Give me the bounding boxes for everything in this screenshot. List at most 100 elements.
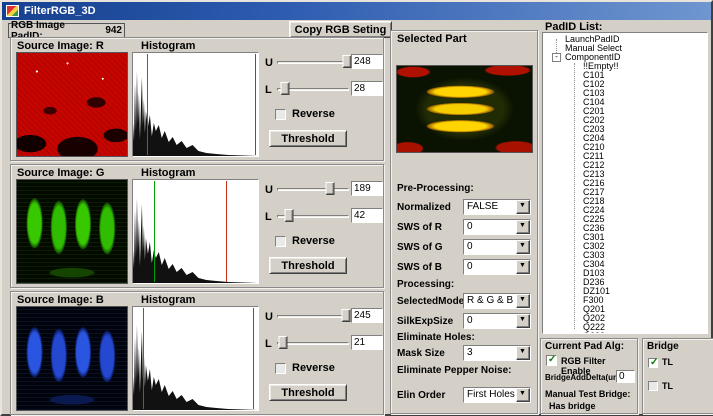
slider-track — [277, 188, 349, 191]
sws-of-b-combo[interactable]: 0 — [463, 259, 531, 275]
upper-threshold-line — [226, 181, 227, 282]
tree-item-c236[interactable]: C236 — [543, 224, 707, 233]
tree-item-d236[interactable]: D236 — [543, 278, 707, 287]
chevron-down-icon[interactable] — [516, 260, 530, 274]
threshold-button[interactable]: Threshold — [269, 257, 347, 274]
tree-item-c302[interactable]: C302 — [543, 242, 707, 251]
tree-item-c224[interactable]: C224 — [543, 206, 707, 215]
l-slider[interactable] — [277, 336, 349, 350]
selected-mode-label: SelectedMode — [397, 296, 464, 307]
normalized-combo[interactable]: FALSE — [463, 199, 531, 215]
u-slider[interactable] — [277, 309, 349, 323]
combo-value: 3 — [467, 347, 515, 358]
bridge-items: TL TL — [643, 353, 713, 404]
source-image-b-thumbnail — [16, 306, 128, 411]
manual-test-bridge-label: Manual Test Bridge: — [545, 389, 630, 399]
chevron-down-icon[interactable] — [516, 388, 530, 402]
combo-value: 0 — [467, 261, 515, 272]
slider-track — [277, 61, 349, 64]
selected-mode-combo[interactable]: R & G & B — [463, 293, 531, 309]
threshold-button[interactable]: Threshold — [269, 130, 347, 147]
tree-item-c203[interactable]: C203 — [543, 125, 707, 134]
tree-item-c202[interactable]: C202 — [543, 116, 707, 125]
slider-thumb[interactable] — [326, 182, 335, 195]
lower-threshold-line — [154, 181, 155, 282]
tree-item-c210[interactable]: C210 — [543, 143, 707, 152]
u-slider[interactable] — [277, 55, 349, 69]
u-value-input[interactable] — [351, 181, 383, 196]
tree-item-q222[interactable]: Q222 — [543, 323, 707, 332]
reverse-checkbox[interactable] — [275, 363, 286, 374]
chevron-down-icon[interactable] — [516, 294, 530, 308]
u-value-input[interactable] — [351, 308, 383, 323]
chevron-down-icon[interactable] — [516, 346, 530, 360]
bridge-checkbox[interactable] — [648, 381, 658, 391]
chevron-down-icon[interactable] — [516, 220, 530, 234]
bridge-item[interactable]: TL — [648, 357, 713, 368]
tree-item-d103[interactable]: D103 — [543, 269, 707, 278]
tree-item-label: Q223 — [583, 331, 605, 334]
sws-of-g-combo[interactable]: 0 — [463, 239, 531, 255]
tree-item-c101[interactable]: C101 — [543, 71, 707, 80]
tree-item-c104[interactable]: C104 — [543, 98, 707, 107]
threshold-button[interactable]: Threshold — [269, 384, 347, 401]
tree-expander-icon[interactable]: - — [552, 53, 561, 62]
l-value-input[interactable] — [351, 335, 383, 350]
l-value-input[interactable] — [351, 81, 383, 96]
tree-item-c303[interactable]: C303 — [543, 251, 707, 260]
slider-thumb[interactable] — [284, 209, 293, 222]
tree-item-c216[interactable]: C216 — [543, 179, 707, 188]
selected-part-group: Selected Part Pre-Processing: Normalized… — [390, 30, 538, 414]
bridge-item[interactable]: TL — [648, 381, 713, 392]
title-bar[interactable]: FilterRGB_3D — [2, 2, 711, 20]
chevron-down-icon[interactable] — [516, 314, 530, 328]
u-slider[interactable] — [277, 182, 349, 196]
tree-item-q202[interactable]: Q202 — [543, 314, 707, 323]
tree-item-dz101[interactable]: DZ101 — [543, 287, 707, 296]
u-value-input[interactable] — [351, 54, 383, 69]
reverse-checkbox[interactable] — [275, 236, 286, 247]
slider-thumb[interactable] — [280, 82, 289, 95]
silk-exp-size-combo[interactable]: 0 — [463, 313, 531, 329]
tree-item-f300[interactable]: F300 — [543, 296, 707, 305]
tree-item-c304[interactable]: C304 — [543, 260, 707, 269]
upper-threshold-line — [255, 54, 256, 155]
tree-item-c211[interactable]: C211 — [543, 152, 707, 161]
tree-item-c212[interactable]: C212 — [543, 161, 707, 170]
bridge-checkbox[interactable] — [648, 358, 658, 368]
padid-tree[interactable]: LaunchPadIDManual Select-ComponentID!!Em… — [542, 32, 708, 334]
histogram-curve — [133, 180, 258, 283]
tree-item-c102[interactable]: C102 — [543, 80, 707, 89]
copy-rgb-setting-button[interactable]: Copy RGB Seting — [289, 21, 392, 38]
l-value-input[interactable] — [351, 208, 383, 223]
tree-item-c218[interactable]: C218 — [543, 197, 707, 206]
slider-thumb[interactable] — [342, 309, 351, 322]
current-pad-alg-group: Current Pad Alg: RGB Filter Enable Bridg… — [540, 338, 638, 414]
tree-item-c204[interactable]: C204 — [543, 134, 707, 143]
mask-size-combo[interactable]: 3 — [463, 345, 531, 361]
combo-value: R & G & B — [467, 295, 515, 306]
tree-item-c103[interactable]: C103 — [543, 89, 707, 98]
tree-item-c225[interactable]: C225 — [543, 215, 707, 224]
chevron-down-icon[interactable] — [516, 240, 530, 254]
bridge-item-label: TL — [662, 381, 673, 391]
elin-order-combo[interactable]: First Holes, — [463, 387, 531, 403]
source-image-r-thumbnail — [16, 52, 128, 157]
tree-item-c201[interactable]: C201 — [543, 107, 707, 116]
tree-item-c301[interactable]: C301 — [543, 233, 707, 242]
tree-item-c213[interactable]: C213 — [543, 170, 707, 179]
reverse-checkbox[interactable] — [275, 109, 286, 120]
l-slider[interactable] — [277, 209, 349, 223]
tree-item-q201[interactable]: Q201 — [543, 305, 707, 314]
bridge-add-delta-label: BridgeAddDelta(um): — [545, 373, 625, 382]
rgb-filter-enable-checkbox[interactable] — [546, 355, 557, 366]
tree-item-q223[interactable]: Q223 — [543, 332, 707, 334]
slider-thumb[interactable] — [278, 336, 287, 349]
tree-item-c217[interactable]: C217 — [543, 188, 707, 197]
bridge-add-delta-input[interactable] — [616, 370, 635, 383]
tree-item-empty[interactable]: !!Empty!! — [543, 62, 707, 71]
sws-of-r-combo[interactable]: 0 — [463, 219, 531, 235]
tree-item-componentid[interactable]: -ComponentID — [543, 53, 707, 62]
l-slider[interactable] — [277, 82, 349, 96]
chevron-down-icon[interactable] — [516, 200, 530, 214]
